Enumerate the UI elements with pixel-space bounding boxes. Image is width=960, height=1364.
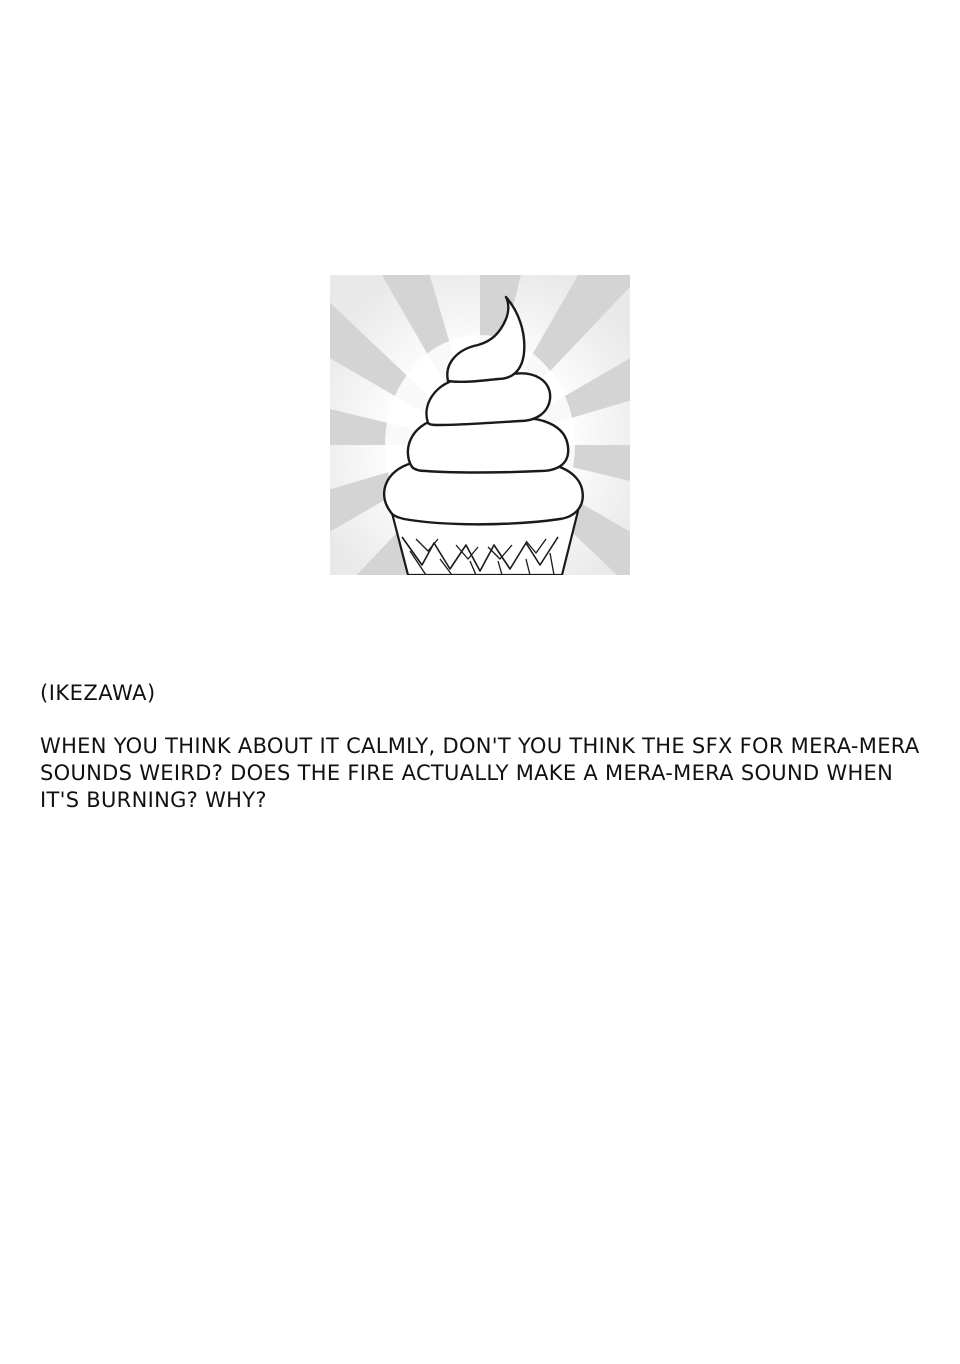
note-line: SOUNDS WEIRD? DOES THE FIRE ACTUALLY MAK… (40, 761, 894, 785)
author-credit: (IKEZAWA) (40, 681, 156, 705)
author-note: WHEN YOU THINK ABOUT IT CALMLY, DON'T YO… (40, 733, 920, 814)
page: (IKEZAWA) WHEN YOU THINK ABOUT IT CALMLY… (0, 0, 960, 1364)
ice-cream-cone-icon (330, 275, 630, 575)
ice-cream-illustration (330, 275, 630, 575)
note-line: IT'S BURNING? WHY? (40, 788, 267, 812)
note-line: WHEN YOU THINK ABOUT IT CALMLY, DON'T YO… (40, 734, 920, 758)
